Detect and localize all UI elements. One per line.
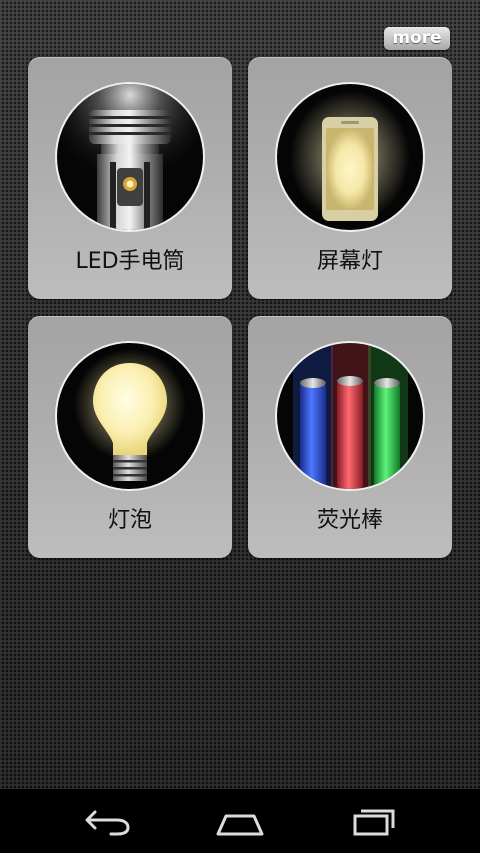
glow-sticks-icon <box>273 339 427 493</box>
flashlight-icon <box>53 80 207 234</box>
tile-label: 屏幕灯 <box>316 249 383 274</box>
tile-light-bulb[interactable]: 灯泡 <box>28 316 232 558</box>
home-icon[interactable] <box>210 803 270 839</box>
back-icon[interactable] <box>77 803 137 839</box>
tile-led-flashlight[interactable]: LED手电筒 <box>28 57 232 299</box>
app-screen: more LED手电筒 屏幕灯 灯泡 荧光棒 <box>0 0 480 789</box>
tile-label: LED手电筒 <box>75 249 185 274</box>
recent-apps-icon[interactable] <box>345 803 405 839</box>
tile-glow-sticks[interactable]: 荧光棒 <box>248 316 452 558</box>
tile-screen-light[interactable]: 屏幕灯 <box>248 57 452 299</box>
tile-label: 灯泡 <box>107 508 152 533</box>
system-navigation-bar <box>0 789 480 853</box>
more-button[interactable]: more <box>384 27 450 50</box>
screen-light-icon <box>273 80 427 234</box>
tile-label: 荧光棒 <box>316 508 383 533</box>
light-bulb-icon <box>53 339 207 493</box>
